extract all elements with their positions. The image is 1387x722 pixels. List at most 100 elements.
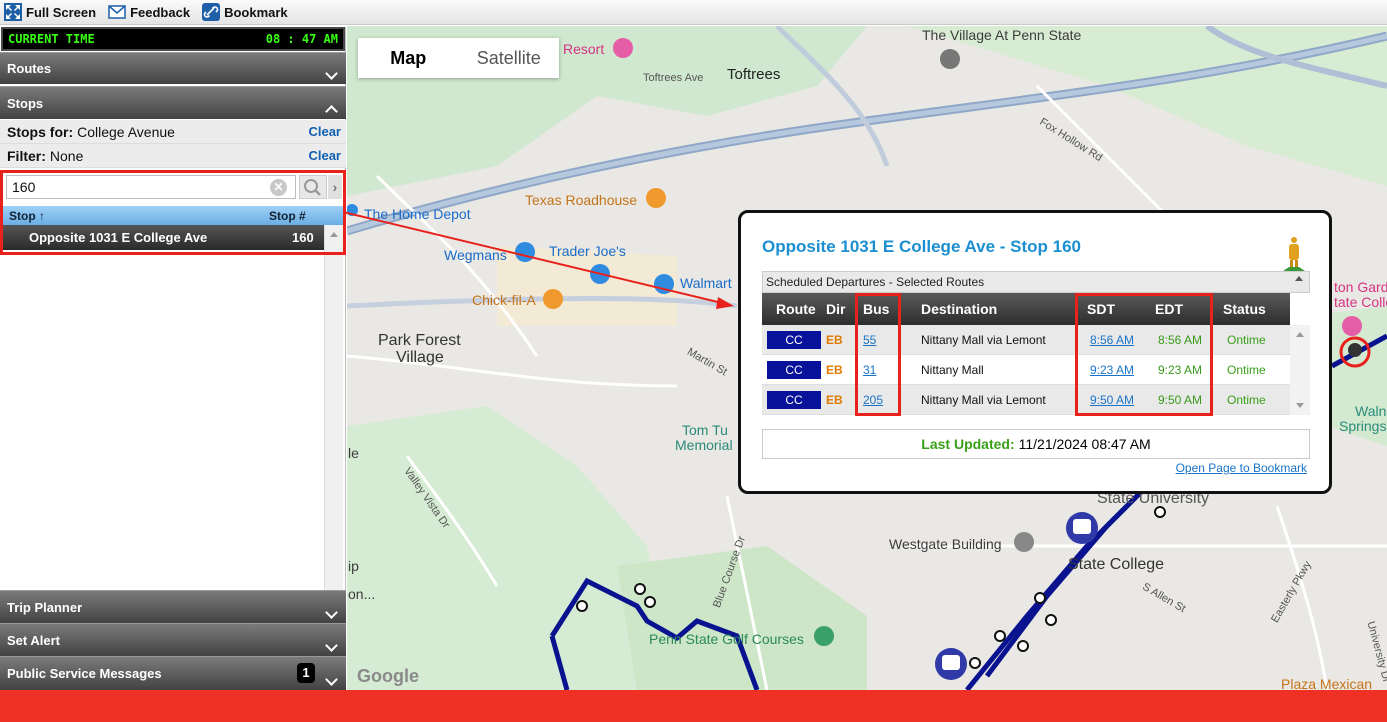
chevron-up-icon	[325, 105, 338, 118]
map-label-le: le	[348, 445, 359, 461]
scheduled-departures-label: Scheduled Departures - Selected Routes	[766, 275, 985, 289]
filter-row: Filter: None Clear	[0, 144, 346, 168]
map-type-control: Map Satellite	[358, 38, 559, 78]
route-badge[interactable]: CC	[767, 361, 821, 379]
feedback-button[interactable]: Feedback	[108, 3, 190, 21]
last-updated-value: 11/21/2024 08:47 AM	[1018, 436, 1151, 452]
map-label-golf: Penn State Golf Courses	[649, 631, 804, 647]
stops-for-label: Stops for:	[7, 123, 74, 140]
collapse-up-icon[interactable]	[1295, 276, 1303, 281]
map-label-plaza: Plaza Mexican	[1281, 676, 1373, 690]
map-label-village: The Village At Penn State	[922, 27, 1082, 43]
departures-scrollbar[interactable]	[1290, 325, 1310, 415]
fullscreen-label: Full Screen	[26, 4, 97, 20]
stop-departures-popup: Opposite 1031 E College Ave - Stop 160 S…	[738, 210, 1332, 494]
map-label-chickfila: Chick-fil-A	[472, 292, 536, 308]
stops-for-row: Stops for: College Avenue Clear	[0, 120, 346, 144]
fullscreen-icon	[4, 3, 22, 21]
last-updated-box: Last Updated: 11/21/2024 08:47 AM	[762, 429, 1310, 459]
map-label-springs: Springs	[1339, 418, 1387, 434]
destination: Nittany Mall	[921, 363, 984, 377]
chevron-down-icon	[325, 67, 338, 80]
scheduled-departures-header: Scheduled Departures - Selected Routes	[762, 271, 1310, 293]
map-tab[interactable]: Map	[358, 38, 459, 78]
scroll-down-icon[interactable]	[1296, 403, 1304, 408]
open-page-bookmark-link[interactable]: Open Page to Bookmark	[1176, 461, 1307, 475]
col-status: Status	[1223, 301, 1266, 317]
stops-label: Stops	[7, 95, 44, 111]
direction: EB	[826, 393, 843, 407]
annotation-box-times	[1075, 293, 1213, 416]
routes-label: Routes	[7, 61, 52, 76]
clear-filter-link[interactable]: Clear	[308, 148, 341, 163]
map-label-on: on...	[348, 586, 376, 602]
google-logo: Google	[357, 666, 419, 686]
annotation-box-stop-search	[0, 170, 346, 255]
bookmark-button[interactable]: Bookmark	[202, 3, 288, 21]
route-badge[interactable]: CC	[767, 391, 821, 409]
col-destination: Destination	[921, 301, 998, 317]
stops-section-header[interactable]: Stops	[0, 86, 346, 119]
col-dir: Dir	[826, 301, 846, 317]
feedback-label: Feedback	[130, 4, 191, 20]
message-count-badge: 1	[297, 663, 315, 683]
annotation-box-bus	[855, 293, 901, 416]
trip-planner-label: Trip Planner	[7, 599, 83, 615]
street-view-pegman-icon[interactable]	[1281, 235, 1307, 275]
popup-title: Opposite 1031 E College Ave - Stop 160	[762, 237, 1082, 256]
destination: Nittany Mall via Lemont	[921, 393, 1046, 407]
filter-value: None	[49, 147, 84, 164]
chevron-down-icon	[325, 673, 338, 686]
map-label-garden: ton Gard	[1334, 279, 1387, 295]
chevron-down-icon	[325, 606, 338, 619]
map-label-state-college: State College	[1068, 556, 1165, 573]
bookmark-label: Bookmark	[224, 4, 288, 20]
envelope-icon	[108, 5, 126, 19]
map-label-trader: Trader Joe's	[549, 243, 626, 259]
public-service-messages-header[interactable]: Public Service Messages 1	[0, 656, 346, 690]
map-label-park-forest: Park Forest	[378, 332, 461, 349]
set-alert-header[interactable]: Set Alert	[0, 623, 346, 656]
last-updated-label: Last Updated:	[921, 436, 1015, 452]
stops-for-value: College Avenue	[77, 123, 175, 140]
map-label-tom: Tom Tu	[682, 422, 728, 438]
link-icon	[202, 3, 221, 21]
scroll-up-icon[interactable]	[1296, 332, 1304, 337]
psm-label: Public Service Messages	[7, 666, 162, 681]
map-label-garden-2: tate Colle	[1334, 294, 1387, 310]
col-route: Route	[776, 301, 816, 317]
status-value: Ontime	[1227, 393, 1266, 407]
set-alert-label: Set Alert	[7, 632, 60, 648]
map-label-home-depot: The Home Depot	[364, 206, 471, 222]
filter-label: Filter:	[7, 147, 46, 164]
status-value: Ontime	[1227, 363, 1266, 377]
status-value: Ontime	[1227, 333, 1266, 347]
direction: EB	[826, 363, 843, 377]
map-label-ip: ip	[348, 558, 359, 574]
routes-section-header[interactable]: Routes	[0, 52, 346, 84]
current-time-value: 08 : 47 AM	[265, 32, 338, 46]
current-time-label: CURRENT TIME	[8, 32, 95, 46]
map-label-park-forest-2: Village	[396, 349, 444, 366]
direction: EB	[826, 333, 843, 347]
fullscreen-button[interactable]: Full Screen	[4, 3, 96, 21]
map-label-walnut: Waln	[1355, 403, 1387, 419]
map-label-toftrees: Toftrees	[727, 66, 781, 83]
chevron-down-icon	[325, 639, 338, 652]
map-label-walmart: Walmart	[680, 275, 732, 291]
bottom-banner	[0, 690, 1387, 722]
trip-planner-header[interactable]: Trip Planner	[0, 590, 346, 623]
satellite-tab[interactable]: Satellite	[459, 38, 560, 78]
map-label-toftrees-ave: Toftrees Ave	[643, 72, 704, 84]
map-label-texas: Texas Roadhouse	[525, 192, 638, 208]
route-badge[interactable]: CC	[767, 331, 821, 349]
left-panel: CURRENT TIME 08 : 47 AM Routes Stops Sto…	[0, 27, 346, 690]
destination: Nittany Mall via Lemont	[921, 333, 1046, 347]
map-label-memorial: Memorial	[675, 437, 733, 453]
stop-list-scrollbar[interactable]	[324, 225, 343, 617]
clear-route-link[interactable]: Clear	[308, 124, 341, 139]
top-toolbar: Full Screen Feedback Bookmark	[0, 0, 1387, 25]
map-label-resort: Resort	[563, 41, 605, 57]
current-time-display: CURRENT TIME 08 : 47 AM	[1, 27, 345, 51]
map-label-westgate: Westgate Building	[889, 536, 1002, 552]
